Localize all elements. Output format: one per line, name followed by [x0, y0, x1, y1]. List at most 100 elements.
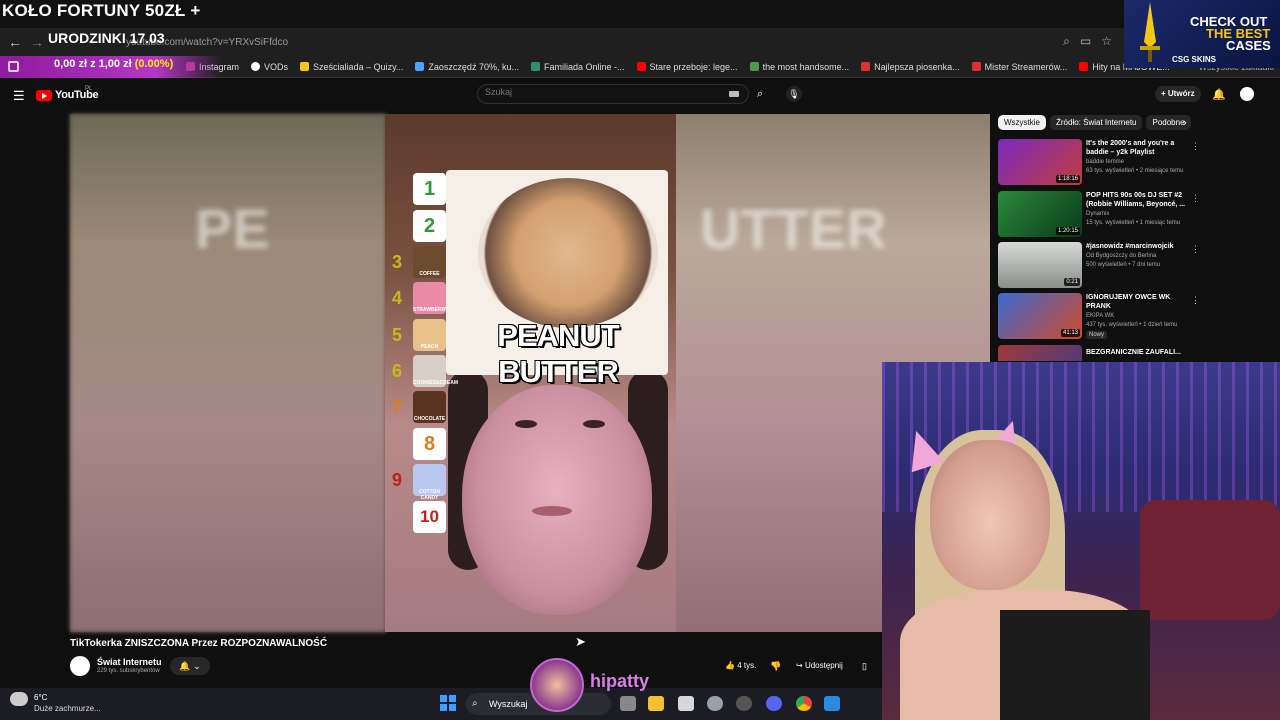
discord-icon[interactable]: [766, 696, 782, 711]
rank-box: 1: [413, 173, 446, 205]
settings-gear-icon[interactable]: [707, 696, 723, 711]
bookmark-item[interactable]: VODs: [245, 62, 294, 72]
blurred-caption-left: PE: [195, 197, 270, 260]
recommendation-item[interactable]: 0:21 #jasnowidz #marcinwojcik Od Bydgosz…: [998, 242, 1273, 290]
task-view-icon[interactable]: [620, 696, 636, 711]
bookmark-icon: [300, 62, 310, 71]
weather-description[interactable]: Duże zachmurze...: [34, 704, 101, 713]
video-thumbnail[interactable]: 0:21: [998, 242, 1082, 288]
weather-temperature[interactable]: 6°C: [34, 693, 47, 702]
video-duration: 1:18:16: [1055, 175, 1080, 183]
donation-goal-percent: (0.00%): [134, 58, 174, 70]
start-tile: [440, 695, 447, 702]
account-avatar[interactable]: [1240, 87, 1254, 101]
video-title[interactable]: It's the 2000's and you're a baddie – y2…: [1086, 139, 1186, 157]
video-thumbnail[interactable]: 1:20:15: [998, 191, 1082, 237]
person-mouth: [532, 506, 572, 516]
forward-icon[interactable]: →: [30, 34, 44, 50]
video-title[interactable]: BEZGRANICZNIE ZAUFALI...: [1086, 348, 1186, 357]
chip-source[interactable]: Źródło: Świat Internetu: [1050, 115, 1143, 130]
rank-number: 4: [392, 288, 403, 308]
create-button[interactable]: + Utwórz: [1155, 86, 1201, 102]
notifications-bell-icon[interactable]: 🔔: [1212, 88, 1226, 101]
store-icon[interactable]: [678, 696, 694, 711]
video-blur-background-left: [70, 114, 386, 632]
bookmark-icon: [415, 62, 425, 71]
cast-icon[interactable]: ▭: [1080, 34, 1091, 49]
dislike-button[interactable]: 👎: [766, 657, 786, 675]
video-meta: 437 tys. wyświetleń • 1 dzień temu: [1086, 322, 1178, 328]
overlay-birthday-text: URODZINKI 17.03: [48, 30, 165, 46]
bookmark-item[interactable]: Familiada Online -...: [525, 62, 631, 72]
thumbs-up-icon: 👍: [725, 661, 738, 670]
apps-grid-icon[interactable]: [8, 61, 19, 72]
video-thumbnail[interactable]: [998, 345, 1082, 361]
recommendation-item[interactable]: 1:20:15 POP HITS 90s 00s DJ SET #2 (Robb…: [998, 191, 1273, 239]
zoom-icon[interactable]: ⌕: [1063, 34, 1070, 49]
thumbs-down-icon: 👎: [770, 661, 782, 671]
more-options-icon[interactable]: ⋮: [1191, 141, 1200, 152]
video-title: TikTokerka ZNISZCZONA Przez ROZPOZNAWALN…: [70, 638, 328, 649]
bookmark-item[interactable]: Stare przeboje: lege...: [631, 62, 744, 72]
like-count: 4 tys.: [737, 661, 757, 670]
recommendation-item[interactable]: 41:13 IGNORUJEMY OWCE WK PRANK EKIPA WK …: [998, 293, 1273, 341]
video-channel: EKIPA WK: [1086, 313, 1115, 319]
channel-name[interactable]: Świat Internetu: [97, 657, 162, 667]
rank-number: 6: [392, 361, 403, 381]
microphone-icon: 🎙: [788, 89, 800, 99]
app-window-icon[interactable]: [824, 696, 840, 711]
share-icon: ↪: [796, 661, 805, 670]
channel-avatar[interactable]: [70, 656, 90, 676]
recommendation-item[interactable]: 1:18:16 It's the 2000's and you're a bad…: [998, 139, 1273, 187]
search-button[interactable]: ⌕: [749, 84, 771, 104]
bookmark-star-icon[interactable]: ☆: [1101, 34, 1112, 49]
keyboard-icon[interactable]: [729, 91, 739, 97]
recommendation-item[interactable]: BEZGRANICZNIE ZAUFALI...: [998, 345, 1273, 361]
video-title[interactable]: #jasnowidz #marcinwojcik: [1086, 242, 1186, 251]
bookmark-icon: [971, 62, 981, 71]
back-icon[interactable]: ←: [8, 34, 22, 50]
chip-all[interactable]: Wszystkie: [998, 115, 1046, 130]
hamburger-menu-icon[interactable]: ☰: [13, 88, 25, 104]
file-explorer-icon[interactable]: [648, 696, 664, 711]
rank-number: 5: [392, 325, 403, 345]
bookmark-label: Najlepsza piosenka...: [874, 61, 960, 72]
bookmark-item[interactable]: the most handsome...: [744, 62, 856, 72]
search-input[interactable]: [485, 87, 685, 97]
obs-icon[interactable]: [736, 696, 752, 711]
eye: [515, 420, 537, 428]
subscription-bell-button[interactable]: 🔔 ⌄: [170, 657, 210, 675]
flavor-caption: PEANUT BUTTER: [497, 318, 619, 389]
create-label: Utwórz: [1167, 89, 1195, 98]
bookmark-item[interactable]: Zaoszczędź 70%, ku...: [409, 62, 525, 72]
video-title[interactable]: POP HITS 90s 00s DJ SET #2 (Robbie Willi…: [1086, 191, 1186, 209]
ad-brand: CSG SKINS: [1172, 55, 1217, 64]
bookmark-icon: [861, 62, 871, 71]
video-thumbnail[interactable]: 1:18:16: [998, 139, 1082, 185]
chrome-icon[interactable]: [796, 696, 812, 711]
bookmark-label: Stare przeboje: lege...: [649, 61, 738, 72]
video-title[interactable]: IGNORUJEMY OWCE WK PRANK: [1086, 293, 1186, 311]
bookmark-icon: [636, 62, 646, 71]
bookmark-item[interactable]: Mister Streamerów...: [966, 62, 1074, 72]
more-options-icon[interactable]: ⋮: [1191, 295, 1200, 306]
video-thumbnail[interactable]: 41:13: [998, 293, 1082, 339]
cloud-icon[interactable]: [10, 692, 28, 706]
chevron-right-icon[interactable]: ›: [1183, 117, 1187, 129]
windows-start-icon[interactable]: [440, 695, 456, 711]
bookmark-item[interactable]: Sześcialiada – Quizy...: [294, 62, 409, 72]
bookmark-label: the most handsome...: [762, 61, 850, 72]
save-button[interactable]: ▯: [862, 657, 882, 675]
new-badge: Nowy: [1086, 331, 1108, 339]
share-button[interactable]: ↪ Udostępnij: [796, 657, 852, 675]
more-options-icon[interactable]: ⋮: [1191, 244, 1200, 255]
donation-goal-bar: 0,00 zł z 1,00 zł (0.00%): [0, 56, 222, 78]
voice-search-button[interactable]: 🎙: [786, 86, 802, 102]
url-field[interactable]: youtube.com/watch?v=YRXvSiFfdco: [126, 33, 946, 53]
like-button[interactable]: 👍 4 tys.: [720, 657, 764, 675]
streamer-face: [930, 440, 1050, 590]
bookmark-item[interactable]: Najlepsza piosenka...: [855, 62, 966, 72]
more-options-icon[interactable]: ⋮: [1191, 193, 1200, 204]
start-tile: [449, 704, 456, 711]
video-meta: 500 wyświetleń • 7 dni temu: [1086, 262, 1161, 268]
